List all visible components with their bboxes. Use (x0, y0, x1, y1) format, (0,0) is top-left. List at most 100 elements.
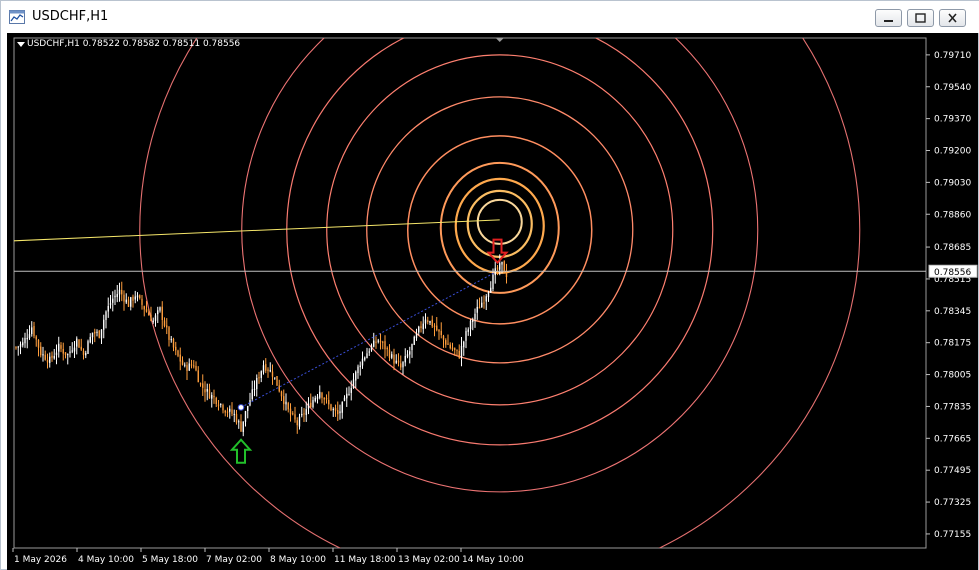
candle-body (60, 345, 62, 349)
candle-body (148, 312, 150, 316)
circle-5 (407, 135, 593, 325)
candle-body (431, 319, 433, 327)
candle-body (258, 377, 260, 379)
x-tick-label: 1 May 2026 (14, 555, 67, 565)
title-bar[interactable]: USDCHF,H1 (1, 1, 979, 33)
candle-body (393, 354, 395, 364)
candle-body (422, 323, 424, 330)
minimize-icon (884, 20, 893, 22)
candle-body (127, 299, 130, 307)
candle-body (447, 343, 449, 345)
candle-body (262, 365, 265, 373)
circle-1 (476, 198, 523, 245)
candle-body (217, 404, 220, 406)
candle-body (298, 416, 301, 427)
candle-body (375, 341, 377, 343)
candle-body (100, 329, 103, 339)
candle-body (208, 389, 211, 399)
candle-body (382, 341, 384, 343)
candle-body (373, 340, 375, 347)
candle-body (483, 302, 485, 304)
candle-body (424, 319, 427, 324)
candle-body (55, 352, 58, 356)
restore-icon (915, 13, 926, 23)
x-tick-label: 7 May 02:00 (206, 555, 262, 565)
chart-window: USDCHF,H1 0.79710 0.79540 0.79370 0.79200 0.… (0, 0, 979, 570)
candle-body (96, 331, 98, 334)
candle-body (157, 310, 159, 315)
yellow-trendline (14, 219, 500, 242)
candle-body (276, 376, 278, 386)
candle-body (58, 343, 60, 352)
candle-body (271, 371, 274, 377)
candle-body (130, 297, 132, 307)
candle-body (73, 347, 76, 352)
candle-body (238, 421, 240, 423)
symbol-label: USDCHF,H1 (27, 39, 80, 49)
candle-body (161, 306, 163, 320)
candle-body (244, 411, 247, 422)
candle-body (391, 354, 393, 358)
candle-body (186, 365, 188, 371)
candle-body (409, 351, 411, 355)
candle-body (501, 261, 503, 265)
price-chart[interactable]: 0.79710 0.79540 0.79370 0.79200 0.79030 0.788… (7, 33, 978, 570)
candle-body (188, 363, 190, 371)
candle-body (370, 345, 373, 351)
candle-body (469, 320, 472, 330)
candle-body (400, 363, 402, 368)
candle-body (310, 402, 312, 408)
candle-body (253, 388, 256, 390)
chart-area[interactable]: 0.79710 0.79540 0.79370 0.79200 0.79030 0.788… (7, 33, 978, 570)
chart-shift-icon (495, 38, 504, 42)
candle-body (292, 413, 294, 415)
candle-body (251, 389, 253, 400)
candle-body (26, 337, 28, 340)
candle-body (31, 327, 33, 335)
candle-body (499, 263, 501, 270)
close-button[interactable] (939, 9, 966, 27)
candle-body (492, 274, 494, 290)
candle-body (316, 396, 319, 399)
candle-body (445, 340, 447, 345)
candle-body (411, 343, 413, 351)
restore-button[interactable] (907, 9, 934, 27)
candle-body (213, 396, 215, 398)
candle-body (454, 348, 456, 350)
candle-body (136, 295, 139, 298)
chart-menu-icon[interactable] (17, 42, 25, 47)
candle-body (274, 377, 276, 379)
candle-body (204, 389, 206, 393)
candle-body (323, 397, 325, 400)
candle-body (53, 355, 55, 359)
candle-body (242, 421, 244, 432)
candle-body (451, 347, 454, 350)
candle-body (220, 404, 222, 406)
candle-body (42, 354, 44, 356)
candle-body (154, 315, 157, 321)
candle-body (71, 350, 73, 352)
candle-body (289, 408, 292, 415)
candle-body (442, 335, 445, 340)
candle-body (177, 350, 179, 356)
candle-body (456, 349, 458, 351)
candle-body (94, 331, 96, 334)
candle-body (321, 392, 323, 398)
candle-body (481, 302, 483, 308)
candle-body (22, 342, 24, 346)
candle-body (143, 306, 145, 310)
candle-body (280, 391, 283, 397)
candle-body (357, 366, 359, 374)
candle-body (490, 287, 492, 293)
ohlc-values: 0.78522 0.78582 0.78511 0.78556 (82, 39, 241, 49)
candle-body (256, 378, 258, 390)
candle-body (109, 303, 112, 305)
y-tick-label: 0.78005 (934, 371, 971, 381)
minimize-button[interactable] (875, 9, 902, 27)
candle-body (190, 364, 193, 366)
candle-body (89, 336, 91, 343)
candle-body (145, 309, 148, 312)
candle-body (427, 320, 429, 322)
candle-body (163, 320, 166, 326)
candle-body (17, 346, 19, 348)
